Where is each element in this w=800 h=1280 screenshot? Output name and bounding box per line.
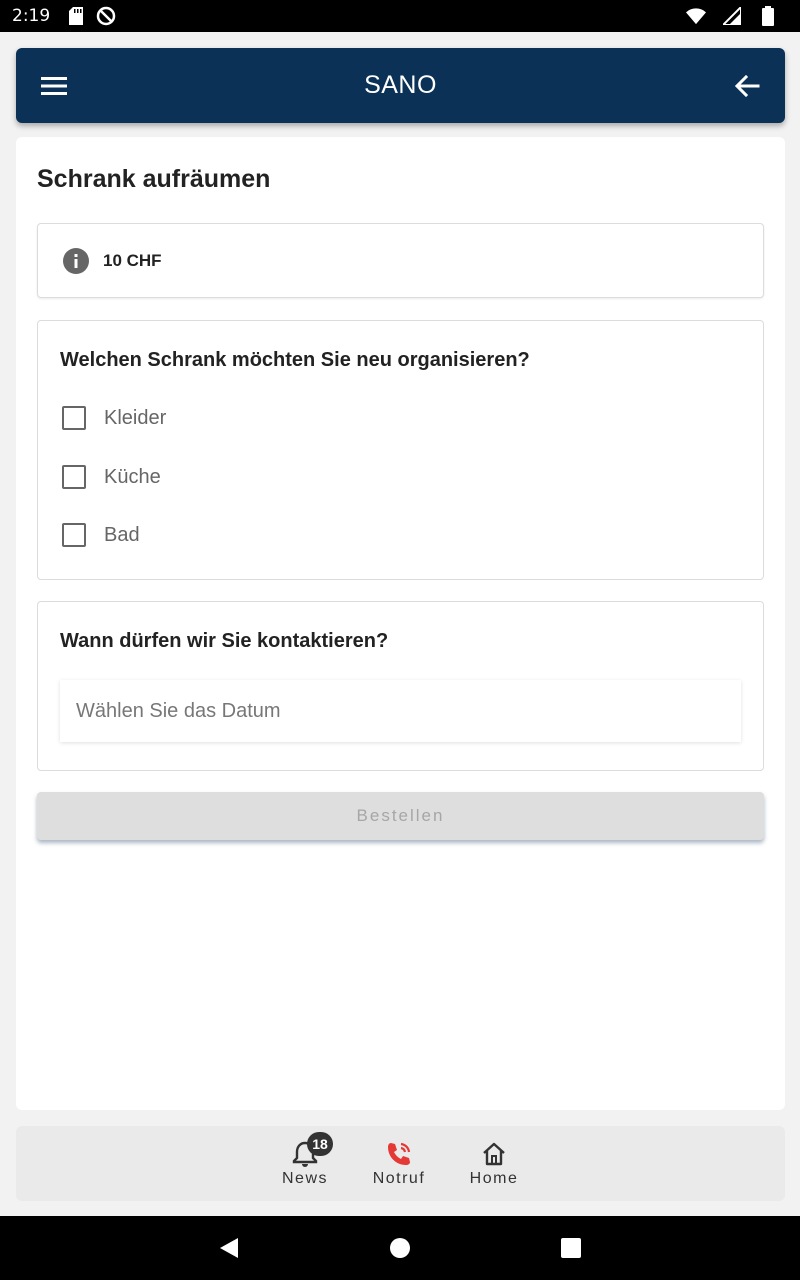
battery-icon bbox=[758, 6, 778, 26]
option-kleider[interactable]: Kleider bbox=[62, 398, 166, 438]
news-badge: 18 bbox=[307, 1132, 333, 1156]
app-title: SANO bbox=[364, 71, 437, 99]
app-bar: SANO bbox=[16, 48, 785, 123]
status-time: 2:19 bbox=[12, 6, 51, 26]
status-bar: 2:19 bbox=[0, 0, 800, 32]
cabinet-question-card: Welchen Schrank möchten Sie neu organisi… bbox=[37, 320, 764, 580]
nav-label-news: News bbox=[281, 1170, 328, 1187]
system-nav-bar bbox=[0, 1216, 800, 1280]
arrow-left-icon[interactable] bbox=[733, 72, 761, 100]
menu-icon[interactable] bbox=[40, 72, 68, 100]
option-label: Kleider bbox=[104, 406, 167, 429]
checkbox-kueche[interactable] bbox=[62, 465, 86, 489]
checkbox-bad[interactable] bbox=[62, 523, 86, 547]
date-picker-field[interactable] bbox=[60, 680, 741, 742]
system-recents-icon[interactable] bbox=[559, 1236, 583, 1260]
option-kueche[interactable]: Küche bbox=[62, 457, 161, 497]
sd-card-icon bbox=[66, 6, 86, 26]
page-title: Schrank aufräumen bbox=[37, 165, 271, 193]
option-label: Bad bbox=[104, 523, 140, 546]
contact-question-card: Wann dürfen wir Sie kontaktieren? bbox=[37, 601, 764, 771]
signal-icon bbox=[722, 6, 742, 26]
nav-label-home: Home bbox=[469, 1170, 519, 1187]
nav-item-home[interactable]: Home bbox=[454, 1126, 534, 1201]
system-home-icon[interactable] bbox=[388, 1236, 412, 1260]
checkbox-kleider[interactable] bbox=[62, 406, 86, 430]
price-label: 10 CHF bbox=[103, 251, 162, 270]
cabinet-question-title: Welchen Schrank möchten Sie neu organisi… bbox=[60, 349, 530, 371]
system-back-icon[interactable] bbox=[218, 1236, 242, 1260]
phone-call-icon bbox=[385, 1140, 413, 1168]
price-card: 10 CHF bbox=[37, 223, 764, 298]
wifi-icon bbox=[686, 6, 706, 26]
main-content: Schrank aufräumen 10 CHF Welchen Schrank… bbox=[16, 137, 785, 1110]
home-icon bbox=[480, 1140, 508, 1168]
nav-label-notruf: Notruf bbox=[372, 1170, 426, 1187]
bell-icon: 18 bbox=[291, 1132, 333, 1168]
bottom-nav: 18 News Notruf Home bbox=[16, 1126, 785, 1201]
nav-item-news[interactable]: 18 News bbox=[265, 1126, 345, 1201]
nav-item-notruf[interactable]: Notruf bbox=[359, 1126, 439, 1201]
contact-question-title: Wann dürfen wir Sie kontaktieren? bbox=[60, 630, 389, 652]
do-not-disturb-icon bbox=[96, 6, 116, 26]
option-bad[interactable]: Bad bbox=[62, 515, 140, 555]
info-icon bbox=[62, 247, 90, 275]
order-button[interactable]: Bestellen bbox=[37, 792, 764, 840]
option-label: Küche bbox=[104, 465, 161, 488]
